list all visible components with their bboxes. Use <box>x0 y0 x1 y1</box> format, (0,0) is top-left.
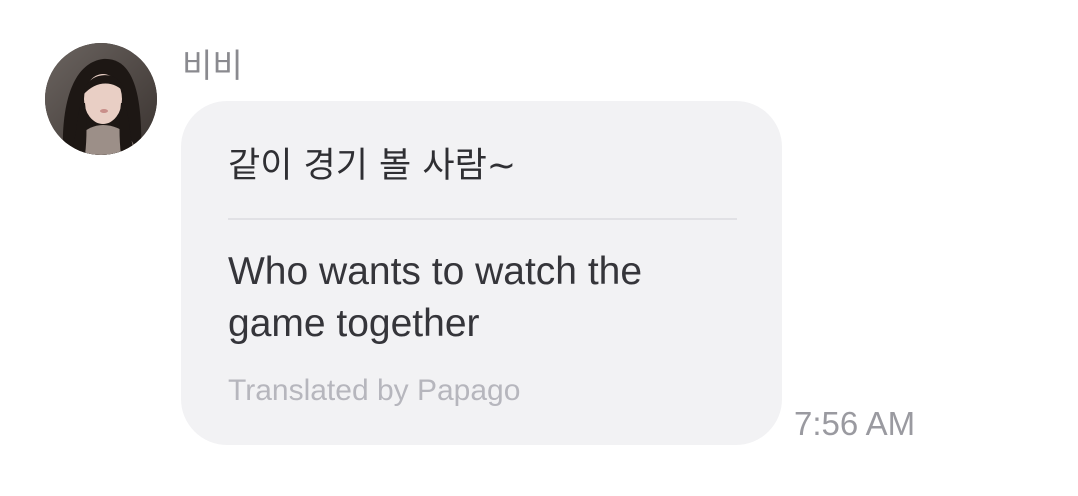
message-bubble[interactable]: 같이 경기 볼 사람~ Who wants to watch the game … <box>181 101 782 445</box>
translation-divider <box>228 218 737 220</box>
translation-credit: Translated by Papago <box>228 374 521 407</box>
message-timestamp: 7:56 AM <box>794 405 916 442</box>
avatar-photo <box>45 43 157 155</box>
sender-name: 비비 <box>182 46 243 85</box>
original-message-text: 같이 경기 볼 사람~ <box>228 146 517 186</box>
sender-avatar[interactable] <box>45 43 157 155</box>
translated-message-text: Who wants to watch the game together <box>228 250 643 345</box>
